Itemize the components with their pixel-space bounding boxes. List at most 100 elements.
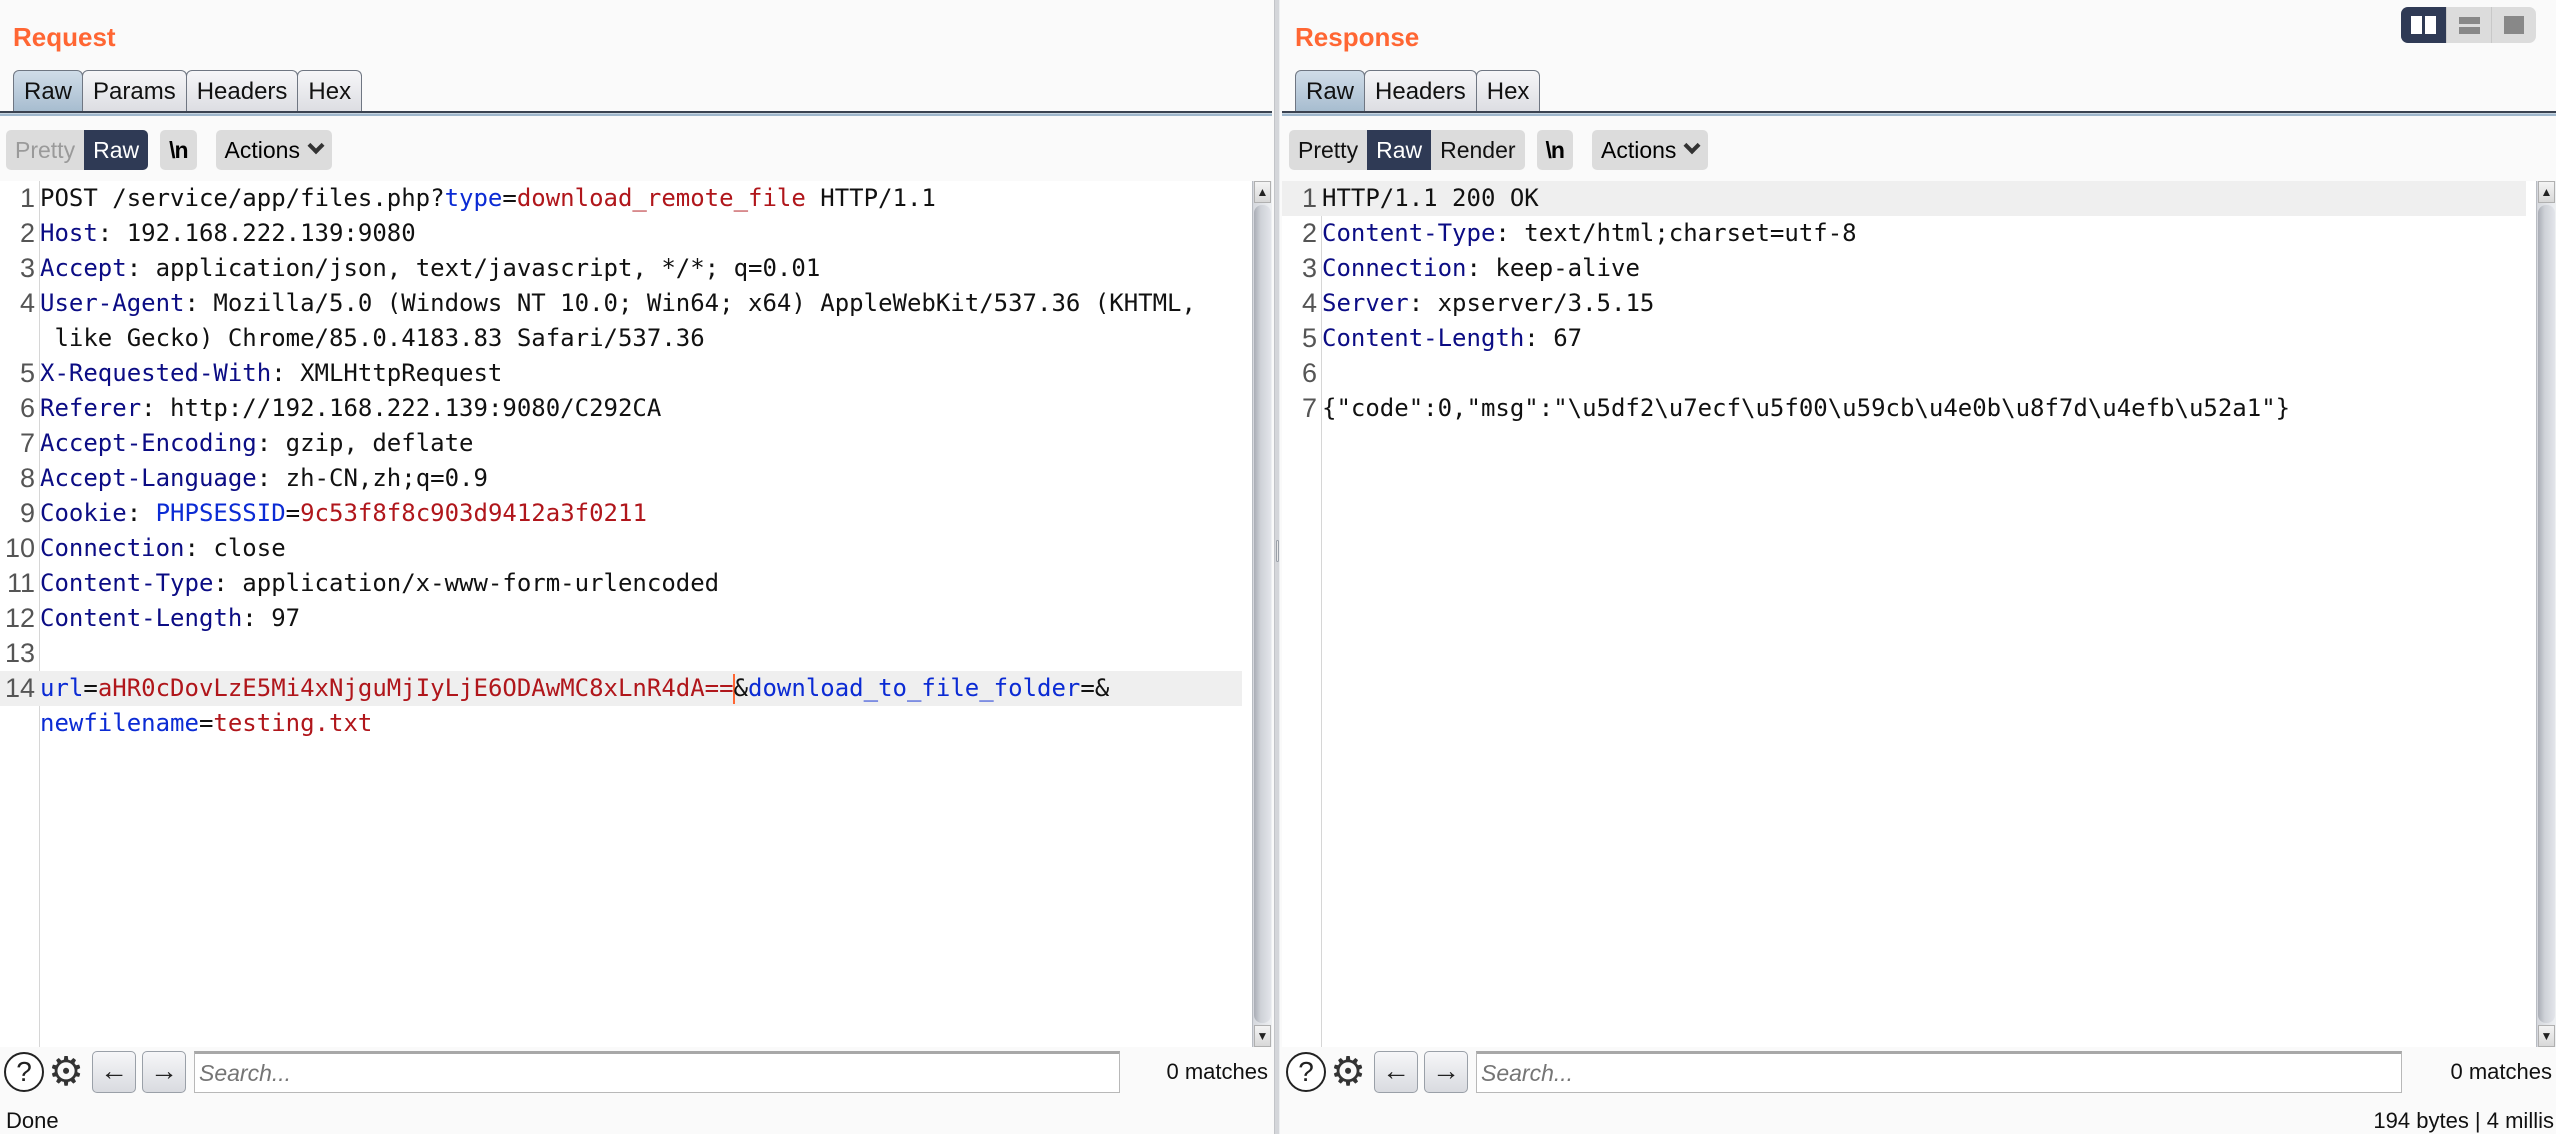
request-tab-raw[interactable]: Raw — [13, 70, 84, 112]
line-number: 5 — [1301, 323, 1317, 353]
line-content: Content-Length: 97 — [37, 601, 1242, 636]
code-line[interactable]: 13 — [0, 636, 1242, 671]
code-line[interactable]: 3 Accept: application/json, text/javascri… — [0, 251, 1242, 286]
panel-splitter[interactable] — [1274, 0, 1280, 1134]
code-line[interactable]: 2 Host: 192.168.222.139:9080 — [0, 216, 1242, 251]
response-actions-button[interactable]: Actions — [1591, 130, 1709, 170]
text-token: & — [733, 674, 749, 702]
layout-stacked-button[interactable] — [2446, 7, 2491, 43]
response-match-count: 0 matches — [2450, 1059, 2553, 1084]
request-tab-headers[interactable]: Headers — [185, 70, 299, 112]
splitter-grip[interactable] — [1276, 540, 1279, 562]
code-line[interactable]: 4 Server: xpserver/3.5.15 — [1282, 286, 2526, 321]
request-toolbar: Pretty Raw \n Actions — [6, 130, 332, 170]
previous-match-button[interactable]: ← — [1374, 1051, 1418, 1093]
param-value: download_remote_file — [516, 184, 806, 212]
line-number: 1 — [1301, 183, 1317, 213]
scroll-up-icon[interactable]: ▲ — [2538, 181, 2555, 203]
next-match-button[interactable]: → — [1424, 1051, 1468, 1093]
response-view-mode: Pretty Raw Render — [1289, 130, 1525, 170]
code-line[interactable]: 12 Content-Length: 97 — [0, 601, 1242, 636]
response-newline-toggle[interactable]: \n — [1536, 130, 1573, 170]
scroll-down-icon[interactable]: ▼ — [2538, 1025, 2555, 1047]
response-title: Response — [1295, 22, 1420, 52]
gear-icon[interactable]: ⚙ — [1328, 1052, 1368, 1092]
code-line[interactable]: 4 User-Agent: Mozilla/5.0 (Windows NT 10.… — [0, 286, 1242, 321]
help-icon[interactable]: ? — [1286, 1052, 1326, 1092]
code-line[interactable]: 6 Referer: http://192.168.222.139:9080/C2… — [0, 391, 1242, 426]
request-editor[interactable]: 1 POST /service/app/files.php?type=downlo… — [0, 181, 1272, 1047]
response-scrollbar[interactable]: ▲ ▼ — [2536, 181, 2556, 1047]
text-token: {"code":0,"msg":"\u5df2\u7ecf\u5f00\u59c… — [1322, 394, 2291, 422]
code-line[interactable]: 1 POST /service/app/files.php?type=downlo… — [0, 181, 1242, 216]
param-value: 9c53f8f8c903d9412a3f0211 — [300, 499, 647, 527]
single-pane-icon — [2504, 16, 2524, 34]
text-token: : — [126, 499, 156, 527]
arrow-right-icon: → — [150, 1055, 178, 1086]
code-line[interactable]: 5 Content-Length: 67 — [1282, 321, 2526, 356]
scroll-up-icon[interactable]: ▲ — [1254, 181, 1271, 203]
layout-single-button[interactable] — [2491, 7, 2536, 43]
gear-icon[interactable]: ⚙ — [46, 1052, 86, 1092]
response-search-input[interactable] — [1476, 1051, 2402, 1093]
line-number: 7 — [19, 428, 35, 458]
code-line[interactable]: 5 X-Requested-With: XMLHttpRequest — [0, 356, 1242, 391]
code-line[interactable]: 10 Connection: close — [0, 531, 1242, 566]
response-tab-hex[interactable]: Hex — [1475, 70, 1541, 112]
text-token: : close — [184, 534, 286, 562]
request-panel: Request Raw Params Headers Hex Pretty Ra… — [0, 0, 1272, 1134]
next-match-button[interactable]: → — [142, 1051, 186, 1093]
request-scrollbar[interactable]: ▲ ▼ — [1252, 181, 1272, 1047]
code-line[interactable]: 8 Accept-Language: zh-CN,zh;q=0.9 — [0, 461, 1242, 496]
text-token: : application/x-www-form-urlencoded — [213, 569, 720, 597]
code-line[interactable]: 14 url=aHR0cDovLzE5Mi4xNjguMjIyLjE6ODAwMC… — [0, 671, 1242, 706]
layout-toggle — [2401, 7, 2536, 43]
response-editor[interactable]: 1 HTTP/1.1 200 OK 2 Content-Type: text/html… — [1282, 181, 2556, 1047]
response-render-button[interactable]: Render — [1431, 130, 1524, 170]
response-raw-button[interactable]: Raw — [1367, 130, 1432, 170]
text-token: : gzip, deflate — [256, 429, 474, 457]
code-line[interactable]: 11 Content-Type: application/x-www-form-u… — [0, 566, 1242, 601]
request-tab-hex[interactable]: Hex — [297, 70, 363, 112]
param-name: type — [444, 184, 503, 212]
request-raw-button[interactable]: Raw — [84, 130, 149, 170]
code-line[interactable]: 1 HTTP/1.1 200 OK — [1282, 181, 2526, 216]
response-scroll-thumb[interactable] — [2538, 205, 2555, 1023]
arrow-left-icon: ← — [100, 1055, 128, 1086]
line-number: 8 — [19, 463, 35, 493]
response-actions-label: Actions — [1600, 137, 1677, 163]
text-token: : 192.168.222.139:9080 — [97, 219, 416, 247]
request-scroll-thumb[interactable] — [1254, 205, 1271, 1023]
line-number: 3 — [19, 253, 35, 283]
code-line[interactable]: like Gecko) Chrome/85.0.4183.83 Safari/5… — [0, 321, 1242, 356]
request-pretty-button[interactable]: Pretty — [6, 130, 84, 170]
code-line[interactable]: 6 — [1282, 356, 2526, 391]
previous-match-button[interactable]: ← — [92, 1051, 136, 1093]
line-content: X-Requested-With: XMLHttpRequest — [37, 356, 1242, 391]
code-line[interactable]: 7 {"code":0,"msg":"\u5df2\u7ecf\u5f00\u59… — [1282, 391, 2526, 426]
request-status: Done — [6, 1108, 59, 1133]
text-token: : text/html;charset=utf-8 — [1495, 219, 1857, 247]
line-content: Content-Type: text/html;charset=utf-8 — [1319, 216, 2526, 251]
response-tab-raw[interactable]: Raw — [1295, 70, 1366, 112]
response-tab-headers[interactable]: Headers — [1364, 70, 1477, 112]
request-actions-button[interactable]: Actions — [215, 130, 332, 170]
code-line[interactable]: 9 Cookie: PHPSESSID=9c53f8f8c903d9412a3f0… — [0, 496, 1242, 531]
line-number: 10 — [4, 533, 35, 563]
response-pretty-button[interactable]: Pretty — [1289, 130, 1367, 170]
code-line[interactable]: 3 Connection: keep-alive — [1282, 251, 2526, 286]
code-line[interactable]: 7 Accept-Encoding: gzip, deflate — [0, 426, 1242, 461]
layout-side-by-side-button[interactable] — [2401, 7, 2446, 43]
text-token: = — [198, 709, 214, 737]
code-line[interactable]: newfilename=testing.txt — [0, 706, 1242, 741]
code-line[interactable]: 2 Content-Type: text/html;charset=utf-8 — [1282, 216, 2526, 251]
chevron-down-icon — [1683, 137, 1701, 155]
request-match-count: 0 matches — [1166, 1059, 1269, 1084]
scroll-down-icon[interactable]: ▼ — [1254, 1025, 1271, 1047]
request-search-input[interactable] — [194, 1051, 1120, 1093]
request-tab-params[interactable]: Params — [82, 70, 187, 112]
help-icon[interactable]: ? — [4, 1052, 44, 1092]
text-token: = — [502, 184, 517, 212]
text-token: = — [285, 499, 301, 527]
request-newline-toggle[interactable]: \n — [160, 130, 197, 170]
